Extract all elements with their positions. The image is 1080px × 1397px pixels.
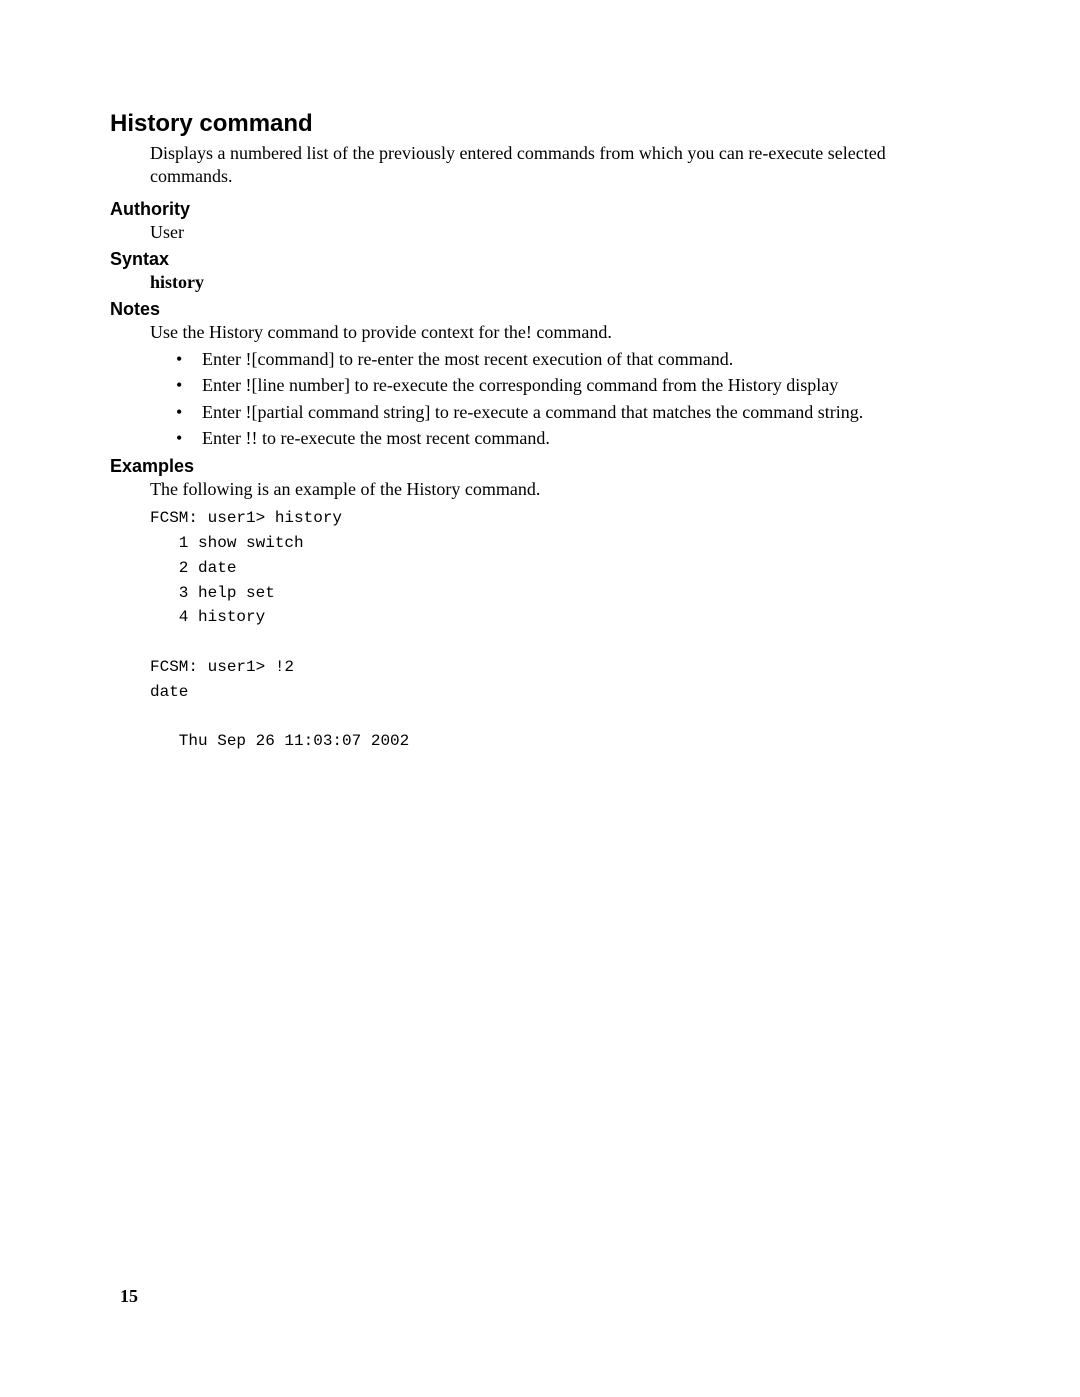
examples-console: FCSM: user1> history 1 show switch 2 dat… — [150, 506, 970, 754]
notes-bullet: Enter ![command] to re-enter the most re… — [170, 347, 970, 371]
authority-value: User — [150, 222, 970, 243]
notes-intro: Use the History command to provide conte… — [150, 322, 970, 343]
examples-heading: Examples — [110, 456, 970, 477]
notes-bullet: Enter ![line number] to re-execute the c… — [170, 373, 970, 397]
notes-bullet: Enter !! to re-execute the most recent c… — [170, 426, 970, 450]
notes-bullet: Enter ![partial command string] to re-ex… — [170, 400, 970, 424]
notes-list: Enter ![command] to re-enter the most re… — [170, 347, 970, 450]
page-title: History command — [110, 110, 970, 138]
syntax-value: history — [150, 272, 970, 293]
document-page: History command Displays a numbered list… — [0, 0, 1080, 1397]
lead-paragraph: Displays a numbered list of the previous… — [150, 142, 970, 187]
syntax-heading: Syntax — [110, 249, 970, 270]
notes-heading: Notes — [110, 299, 970, 320]
examples-intro: The following is an example of the Histo… — [150, 479, 970, 500]
page-number: 15 — [120, 1286, 138, 1307]
authority-heading: Authority — [110, 199, 970, 220]
